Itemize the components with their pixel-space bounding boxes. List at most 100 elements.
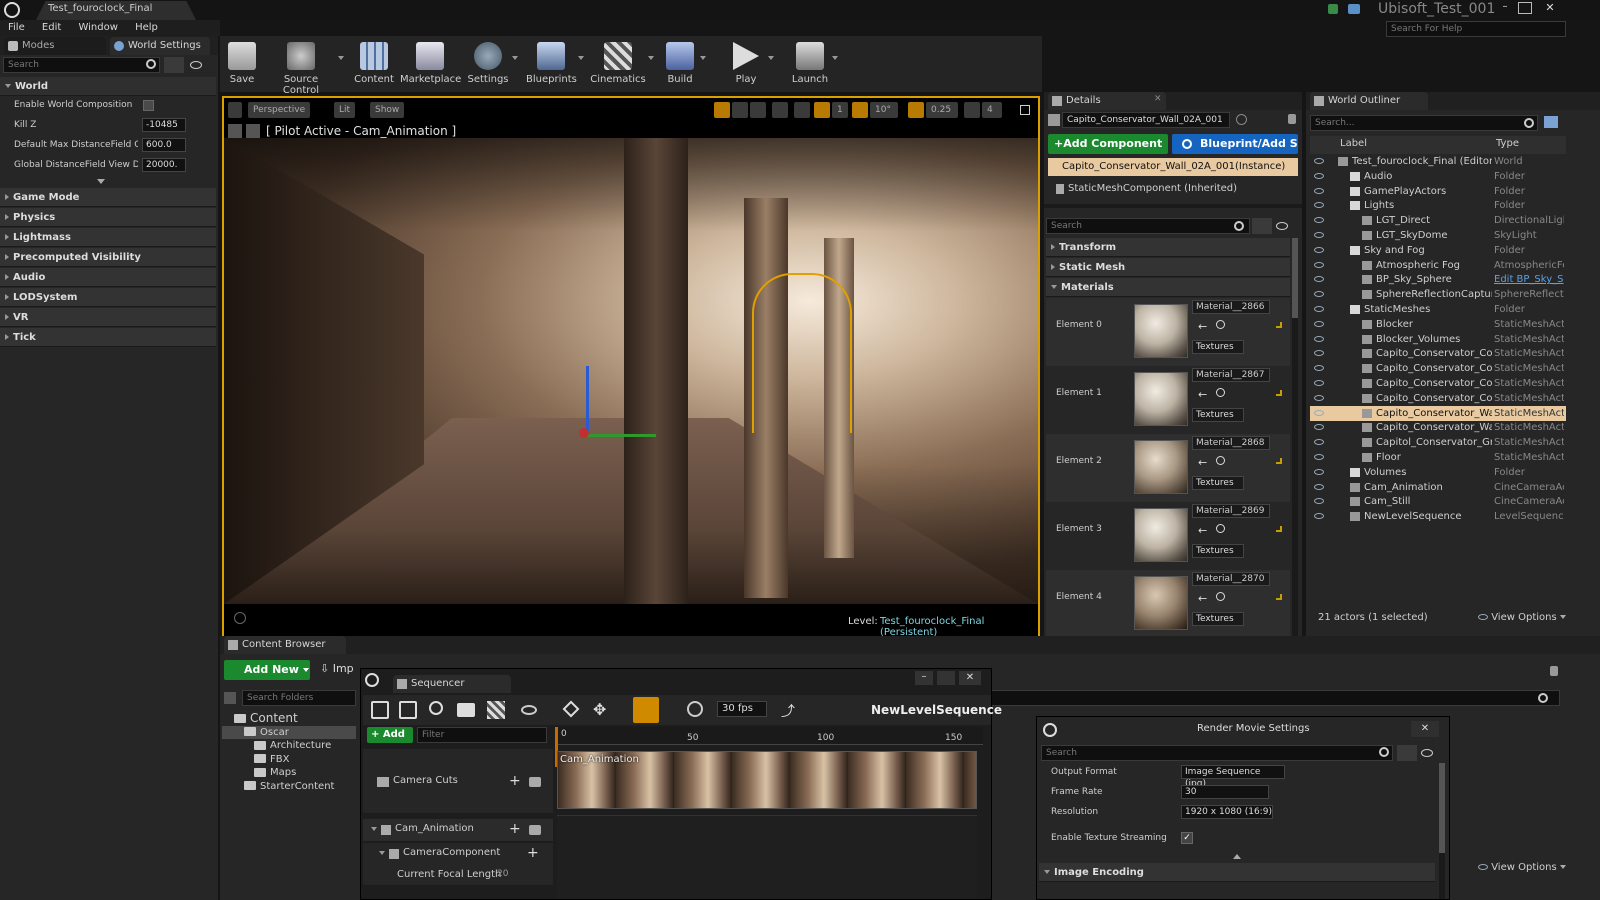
reset-default-icon[interactable] bbox=[1276, 390, 1282, 396]
perspective-button[interactable]: Perspective bbox=[248, 102, 311, 118]
outliner-row[interactable]: Atmospheric Fog AtmosphericFo bbox=[1310, 258, 1566, 273]
dropdown-arrow-icon[interactable] bbox=[700, 56, 706, 60]
material-selector[interactable]: Material__2866 bbox=[1192, 300, 1270, 314]
material-thumbnail[interactable] bbox=[1134, 372, 1188, 426]
outliner-row[interactable]: Lights Folder bbox=[1310, 198, 1566, 213]
folder-tree-item[interactable]: StarterContent bbox=[222, 780, 356, 793]
material-selector[interactable]: Material__2870 bbox=[1192, 572, 1270, 586]
eye-icon[interactable] bbox=[1276, 222, 1288, 230]
outliner-row[interactable]: Capito_Conservator_Wall_(StaticMeshActo bbox=[1310, 405, 1566, 421]
scale-snap-value[interactable]: 0.25 bbox=[926, 102, 958, 118]
visibility-eye-icon[interactable] bbox=[1314, 350, 1324, 357]
create-folder-icon[interactable] bbox=[1544, 116, 1558, 128]
outliner-row[interactable]: NewLevelSequence LevelSequence bbox=[1310, 509, 1566, 524]
section-precomputed-visibility[interactable]: Precomputed Visibility bbox=[0, 248, 216, 267]
info-icon[interactable] bbox=[1236, 114, 1247, 125]
notification-icon[interactable] bbox=[1328, 4, 1338, 14]
visibility-eye-icon[interactable] bbox=[1314, 261, 1324, 268]
grid-view-icon[interactable] bbox=[164, 57, 184, 73]
section-audio[interactable]: Audio bbox=[0, 268, 216, 287]
camera-icon[interactable] bbox=[529, 825, 541, 835]
use-selected-arrow-icon[interactable]: ← bbox=[1198, 592, 1207, 605]
snap-icon[interactable] bbox=[633, 697, 659, 723]
dropdown-arrow-icon[interactable] bbox=[338, 56, 344, 60]
actor-name-field[interactable]: Capito_Conservator_Wall_02A_001 bbox=[1062, 112, 1230, 128]
browse-search-icon[interactable] bbox=[1216, 524, 1225, 533]
menu-window[interactable]: Window bbox=[78, 20, 117, 36]
visibility-eye-icon[interactable] bbox=[1314, 365, 1324, 372]
world-settings-search[interactable]: Search bbox=[3, 57, 160, 73]
gizmo-origin[interactable] bbox=[579, 428, 589, 438]
content-button[interactable]: Content bbox=[352, 38, 396, 90]
add-plus-icon[interactable]: + bbox=[509, 821, 521, 837]
world-space-icon[interactable] bbox=[772, 102, 788, 118]
rotate-tool-icon[interactable] bbox=[732, 102, 748, 118]
component-inherited-row[interactable]: StaticMeshComponent (Inherited) bbox=[1048, 180, 1298, 198]
track-camera-cuts[interactable]: Camera Cuts + bbox=[363, 749, 553, 813]
material-selector[interactable]: Material__2867 bbox=[1192, 368, 1270, 382]
outliner-row-type[interactable]: Edit BP_Sky_S bbox=[1494, 272, 1564, 287]
section-materials[interactable]: Materials bbox=[1046, 278, 1290, 297]
cinematics-button[interactable]: Cinematics bbox=[590, 38, 654, 90]
outliner-row[interactable]: Capito_Conservator_CorneStaticMeshActo bbox=[1310, 376, 1566, 391]
dropdown-arrow-icon[interactable] bbox=[832, 56, 838, 60]
browse-search-icon[interactable] bbox=[1216, 388, 1225, 397]
sequencer-grid-area[interactable] bbox=[557, 815, 977, 899]
source-control-button[interactable]: Source Control bbox=[266, 38, 344, 96]
visibility-eye-icon[interactable] bbox=[1314, 468, 1324, 475]
minimize-button[interactable]: – bbox=[915, 671, 933, 685]
play-button[interactable]: Play bbox=[726, 38, 774, 90]
frame-rate-input[interactable]: 30 bbox=[1181, 785, 1269, 799]
section-tick[interactable]: Tick bbox=[0, 328, 216, 347]
outliner-row[interactable]: Blocker_Volumes StaticMeshActo bbox=[1310, 332, 1566, 347]
visibility-eye-icon[interactable] bbox=[1314, 217, 1324, 224]
gizmo-y-axis[interactable] bbox=[586, 434, 656, 437]
visibility-eye-icon[interactable] bbox=[1314, 202, 1324, 209]
track-camera-component[interactable]: CameraComponent + bbox=[363, 843, 553, 865]
marketplace-button[interactable]: Marketplace bbox=[400, 38, 461, 90]
add-component-button[interactable]: +Add Component bbox=[1048, 134, 1168, 166]
outliner-row[interactable]: Capito_Conservator_CorneStaticMeshActo bbox=[1310, 346, 1566, 361]
use-selected-arrow-icon[interactable]: ← bbox=[1198, 524, 1207, 537]
texture-streaming-checkbox[interactable]: ✓ bbox=[1181, 832, 1193, 844]
section-image-encoding[interactable]: Image Encoding bbox=[1039, 863, 1435, 882]
visibility-eye-icon[interactable] bbox=[1314, 172, 1324, 179]
maximize-button[interactable] bbox=[1518, 2, 1532, 14]
playback-range-icon[interactable]: ⤴ bbox=[781, 701, 797, 720]
global-distancefield-input[interactable]: 20000. bbox=[142, 158, 186, 172]
outliner-row[interactable]: StaticMeshes Folder bbox=[1310, 302, 1566, 317]
visibility-eye-icon[interactable] bbox=[1314, 291, 1324, 298]
camera-icon[interactable] bbox=[457, 703, 475, 717]
save-icon[interactable] bbox=[371, 701, 389, 719]
outliner-row[interactable]: Audio Folder bbox=[1310, 169, 1566, 184]
add-new-button[interactable]: Add New bbox=[224, 660, 310, 680]
visibility-eye-icon[interactable] bbox=[1314, 394, 1324, 401]
textures-dropdown[interactable]: Textures bbox=[1192, 340, 1244, 354]
camera-speed-value[interactable]: 4 bbox=[982, 102, 1002, 118]
view-options-button[interactable]: View Options bbox=[1478, 862, 1566, 873]
reset-default-icon[interactable] bbox=[1276, 526, 1282, 532]
visibility-eye-icon[interactable] bbox=[1314, 439, 1324, 446]
advanced-expand-icon[interactable] bbox=[97, 179, 105, 184]
reset-default-icon[interactable] bbox=[1276, 322, 1282, 328]
close-window-button[interactable]: ✕ bbox=[1411, 721, 1439, 737]
save-button[interactable]: Save bbox=[224, 38, 260, 90]
close-tab-icon[interactable]: ✕ bbox=[1154, 94, 1162, 104]
visibility-eye-icon[interactable] bbox=[1314, 513, 1324, 520]
close-window-button[interactable]: ✕ bbox=[1540, 1, 1560, 15]
textures-dropdown[interactable]: Textures bbox=[1192, 612, 1244, 626]
translate-tool-icon[interactable] bbox=[714, 102, 730, 118]
tab-world-settings[interactable]: World Settings bbox=[110, 37, 210, 55]
section-transform[interactable]: Transform bbox=[1046, 238, 1290, 257]
grid-snap-icon[interactable] bbox=[814, 102, 830, 118]
outliner-row[interactable]: Sky and Fog Folder bbox=[1310, 243, 1566, 258]
visibility-eye-icon[interactable] bbox=[1314, 246, 1324, 253]
distancefield-occlusion-input[interactable]: 600.0 bbox=[142, 138, 186, 152]
material-selector[interactable]: Material__2868 bbox=[1192, 436, 1270, 450]
scale-tool-icon[interactable] bbox=[750, 102, 766, 118]
folder-tree-item[interactable]: Maps bbox=[222, 766, 356, 779]
visibility-eye-icon[interactable] bbox=[1314, 380, 1324, 386]
launch-button[interactable]: Launch bbox=[790, 38, 838, 90]
material-thumbnail[interactable] bbox=[1134, 440, 1188, 494]
add-plus-icon[interactable]: + bbox=[509, 773, 521, 789]
